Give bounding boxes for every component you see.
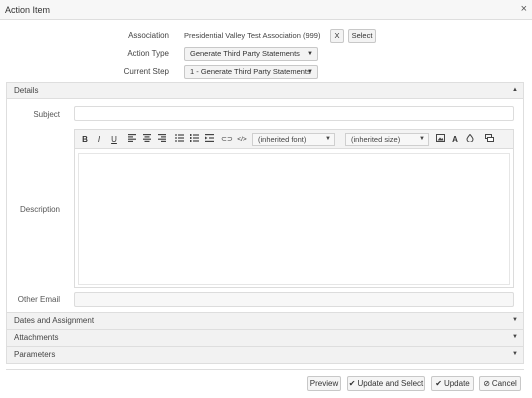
italic-icon[interactable]: I	[93, 134, 105, 145]
clear-association-button[interactable]: X	[330, 29, 344, 43]
bullet-list-icon[interactable]	[173, 134, 185, 145]
update-and-select-button[interactable]: ✔ Update and Select	[347, 376, 425, 391]
update-and-select-label: Update and Select	[357, 379, 424, 388]
fill-color-icon[interactable]	[464, 133, 476, 145]
bold-icon[interactable]: B	[79, 134, 91, 145]
parameters-section[interactable]: Parameters ▼	[6, 347, 524, 364]
editor-toolbar: B I U ⊂⊃ </> (inherited font) ▼ (inherit…	[75, 130, 513, 149]
code-icon[interactable]: </>	[235, 134, 249, 145]
association-label: Association	[128, 31, 169, 40]
update-button[interactable]: ✔ Update	[431, 376, 474, 391]
dialog-titlebar: Action Item ×	[0, 0, 532, 20]
description-textarea[interactable]	[78, 153, 510, 285]
subject-input[interactable]	[74, 106, 514, 121]
section-title: Parameters	[14, 350, 56, 359]
cancel-button[interactable]: ⊘ Cancel	[479, 376, 521, 391]
other-email-input[interactable]	[74, 292, 514, 307]
align-right-icon[interactable]	[156, 134, 168, 145]
cancel-icon: ⊘	[483, 379, 490, 388]
description-editor: B I U ⊂⊃ </> (inherited font) ▼ (inherit…	[74, 129, 514, 288]
link-icon[interactable]: ⊂⊃	[220, 134, 234, 145]
action-type-label: Action Type	[127, 49, 169, 58]
font-family-select[interactable]: (inherited font) ▼	[252, 133, 335, 146]
current-step-value: 1 - Generate Third Party Statements	[190, 67, 311, 76]
font-color-icon[interactable]: A	[449, 134, 461, 145]
association-value: Presidential Valley Test Association (99…	[184, 31, 321, 40]
chevron-down-icon: ▼	[512, 351, 518, 357]
section-header[interactable]: Parameters ▼	[7, 347, 523, 363]
check-icon: ✔	[348, 379, 356, 388]
font-size-select[interactable]: (inherited size) ▼	[345, 133, 429, 146]
numbered-list-icon[interactable]	[188, 134, 200, 145]
check-icon: ✔	[435, 379, 442, 388]
chevron-down-icon: ▼	[307, 51, 313, 57]
font-size-value: (inherited size)	[351, 135, 401, 144]
underline-icon[interactable]: U	[108, 134, 120, 145]
image-icon[interactable]	[434, 134, 446, 145]
section-header[interactable]: Attachments ▼	[7, 330, 523, 346]
clear-formatting-icon[interactable]	[483, 134, 495, 145]
chevron-down-icon: ▼	[512, 317, 518, 323]
action-type-value: Generate Third Party Statements	[190, 49, 300, 58]
other-email-label: Other Email	[17, 295, 60, 304]
action-type-select[interactable]: Generate Third Party Statements ▼	[184, 47, 318, 61]
chevron-down-icon: ▼	[325, 136, 331, 142]
current-step-label: Current Step	[123, 67, 169, 76]
section-title: Attachments	[14, 333, 59, 342]
section-title: Dates and Assignment	[14, 316, 95, 325]
section-header[interactable]: Dates and Assignment ▼	[7, 313, 523, 329]
description-label: Description	[19, 205, 60, 214]
select-association-button[interactable]: Select	[348, 29, 376, 43]
chevron-down-icon: ▼	[512, 334, 518, 340]
align-center-icon[interactable]	[141, 134, 153, 145]
cancel-label: Cancel	[491, 379, 517, 388]
chevron-up-icon: ▲	[512, 87, 518, 93]
details-title: Details	[14, 86, 39, 95]
indent-icon[interactable]	[203, 134, 215, 145]
subject-label: Subject	[33, 110, 60, 119]
dates-assignment-section[interactable]: Dates and Assignment ▼	[6, 313, 524, 330]
preview-button[interactable]: Preview	[307, 376, 341, 391]
dialog-title: Action Item	[5, 5, 51, 15]
details-panel-header[interactable]: Details ▲	[7, 83, 523, 99]
attachments-section[interactable]: Attachments ▼	[6, 330, 524, 347]
update-label: Update	[443, 379, 470, 388]
close-icon[interactable]: ×	[521, 3, 527, 15]
footer-divider	[6, 369, 524, 370]
current-step-select[interactable]: 1 - Generate Third Party Statements ▼	[184, 65, 318, 79]
font-family-value: (inherited font)	[258, 135, 307, 144]
align-left-icon[interactable]	[126, 134, 138, 145]
chevron-down-icon: ▼	[307, 69, 313, 75]
chevron-down-icon: ▼	[419, 136, 425, 142]
preview-label: Preview	[309, 379, 339, 388]
